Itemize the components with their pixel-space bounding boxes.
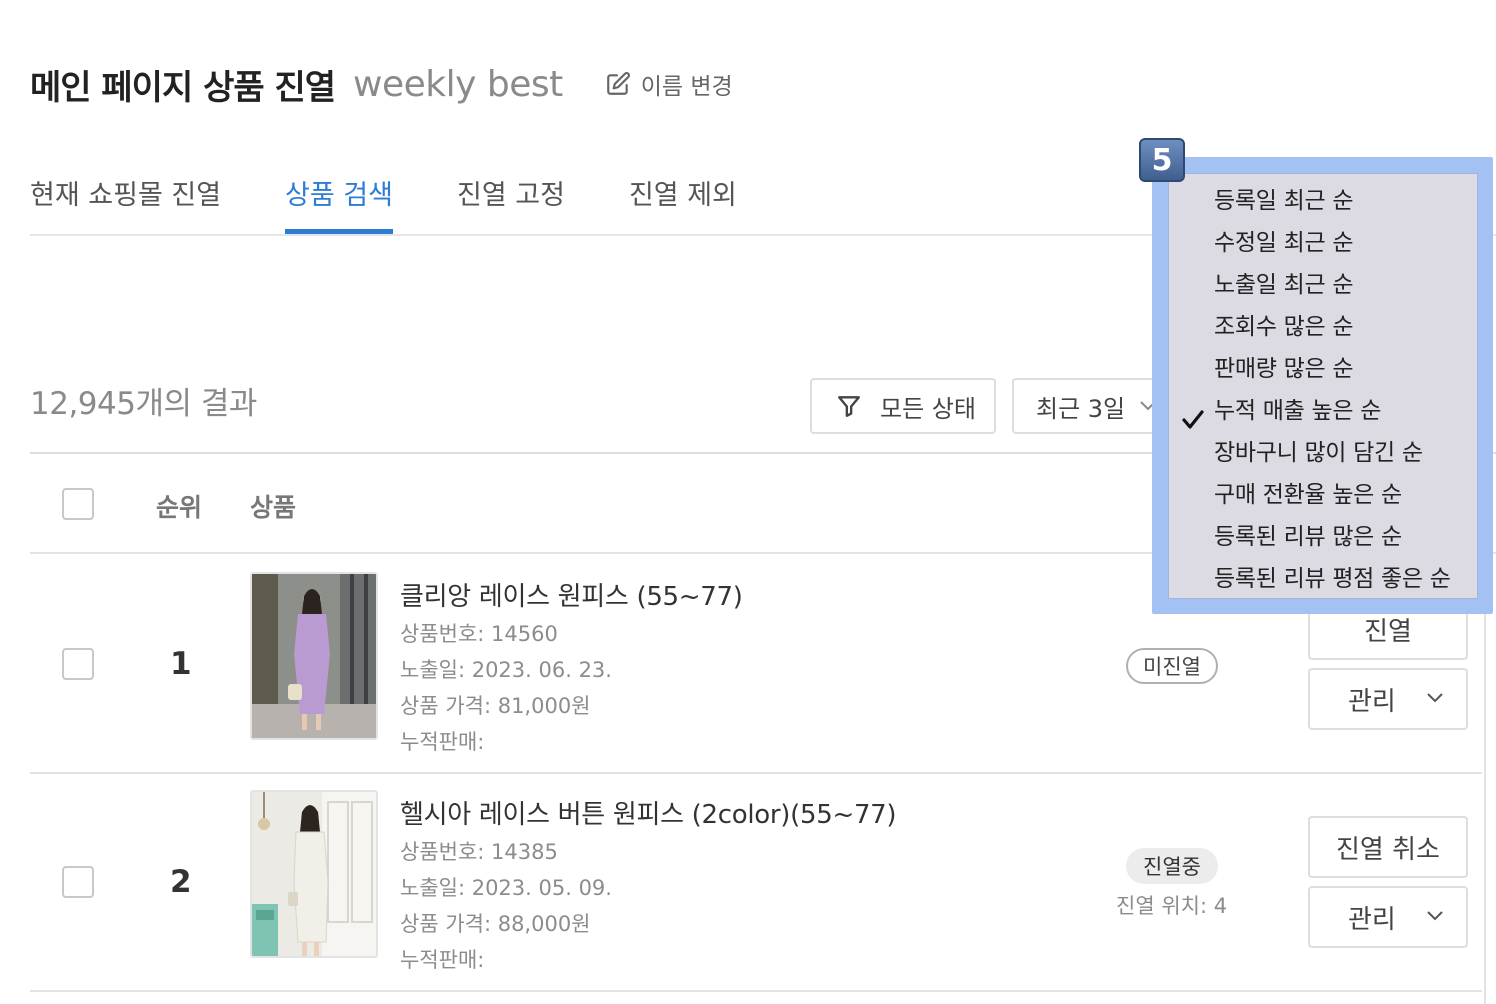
- table-row: 2 헬시아 레이스 버튼 원피스 (2color)(55~77) 상품번호: 1…: [30, 774, 1482, 992]
- status-filter-button[interactable]: 모든 상태: [810, 378, 996, 434]
- product-image: [252, 574, 376, 738]
- page-header: 메인 페이지 상품 진열 weekly best 이름 변경: [30, 58, 733, 110]
- manage-label: 관리: [1348, 904, 1396, 935]
- sort-option-conversion-rate[interactable]: 구매 전환율 높은 순: [1214, 475, 1402, 509]
- product-thumbnail[interactable]: [250, 572, 378, 740]
- column-header-rank: 순위: [156, 493, 203, 522]
- cumulative-sales: 누적판매:: [400, 730, 485, 754]
- product-number: 상품번호: 14385: [400, 840, 558, 864]
- checkmark-icon: [1182, 410, 1204, 429]
- sort-option-highest-revenue[interactable]: 누적 매출 높은 순: [1214, 391, 1381, 425]
- sort-dropdown-menu: 등록일 최근 순 수정일 최근 순 노출일 최근 순 조회수 많은 순 판매량 …: [1152, 157, 1493, 614]
- period-label: 최근 3일: [1036, 394, 1126, 423]
- manage-dropdown-button[interactable]: 관리: [1308, 668, 1468, 730]
- sort-option-most-carted[interactable]: 장바구니 많이 담긴 순: [1214, 433, 1423, 467]
- tab-product-search[interactable]: 상품 검색: [285, 160, 393, 234]
- sort-option-registered-recent[interactable]: 등록일 최근 순: [1214, 181, 1353, 215]
- product-price: 상품 가격: 88,000원: [400, 912, 591, 936]
- manage-label: 관리: [1348, 686, 1396, 717]
- status-filter-label: 모든 상태: [880, 394, 976, 423]
- exposed-date: 노출일: 2023. 05. 09.: [400, 876, 612, 900]
- filter-icon: [838, 396, 860, 417]
- tab-excluded-display[interactable]: 진열 제외: [629, 160, 737, 234]
- display-position: 진열 위치: 4: [1116, 894, 1228, 918]
- rank-number: 2: [170, 864, 192, 900]
- period-select[interactable]: 최근 3일: [1012, 378, 1172, 434]
- rank-number: 1: [170, 646, 192, 682]
- edit-icon: [606, 72, 630, 95]
- exposed-date: 노출일: 2023. 06. 23.: [400, 658, 612, 682]
- result-count: 12,945개의 결과: [30, 386, 257, 422]
- product-number: 상품번호: 14560: [400, 622, 558, 646]
- page-subtitle: weekly best: [353, 63, 563, 105]
- row-checkbox[interactable]: [62, 866, 94, 898]
- status-badge: 진열중: [1126, 848, 1218, 884]
- sort-dropdown-list: 등록일 최근 순 수정일 최근 순 노출일 최근 순 조회수 많은 순 판매량 …: [1169, 174, 1477, 598]
- sort-option-most-reviews[interactable]: 등록된 리뷰 많은 순: [1214, 517, 1402, 551]
- manage-dropdown-button[interactable]: 관리: [1308, 886, 1468, 948]
- rename-label: 이름 변경: [640, 74, 733, 100]
- column-header-product: 상품: [250, 493, 297, 522]
- sort-option-best-rating[interactable]: 등록된 리뷰 평점 좋은 순: [1214, 559, 1451, 593]
- select-all-checkbox[interactable]: [62, 488, 94, 520]
- sort-option-modified-recent[interactable]: 수정일 최근 순: [1214, 223, 1353, 257]
- step-badge: 5: [1139, 138, 1185, 182]
- sort-option-exposed-recent[interactable]: 노출일 최근 순: [1214, 265, 1353, 299]
- rename-button[interactable]: 이름 변경: [605, 67, 733, 101]
- scrollbar-track[interactable]: [1484, 590, 1486, 1004]
- chevron-down-icon: [1427, 911, 1443, 921]
- tab-pinned-display[interactable]: 진열 고정: [457, 160, 565, 234]
- product-name[interactable]: 헬시아 레이스 버튼 원피스 (2color)(55~77): [400, 794, 897, 831]
- cumulative-sales: 누적판매:: [400, 948, 485, 972]
- cancel-display-button[interactable]: 진열 취소: [1308, 816, 1468, 878]
- status-badge: 미진열: [1126, 648, 1218, 684]
- product-price: 상품 가격: 81,000원: [400, 694, 591, 718]
- product-thumbnail[interactable]: [250, 790, 378, 958]
- page-title: 메인 페이지 상품 진열: [30, 67, 336, 108]
- product-name[interactable]: 클리앙 레이스 원피스 (55~77): [400, 576, 743, 613]
- sort-option-most-views[interactable]: 조회수 많은 순: [1214, 307, 1353, 341]
- sort-option-most-sales[interactable]: 판매량 많은 순: [1214, 349, 1353, 383]
- row-checkbox[interactable]: [62, 648, 94, 680]
- product-image: [252, 792, 376, 956]
- chevron-down-icon: [1427, 693, 1443, 703]
- tab-current-display[interactable]: 현재 쇼핑몰 진열: [30, 160, 221, 234]
